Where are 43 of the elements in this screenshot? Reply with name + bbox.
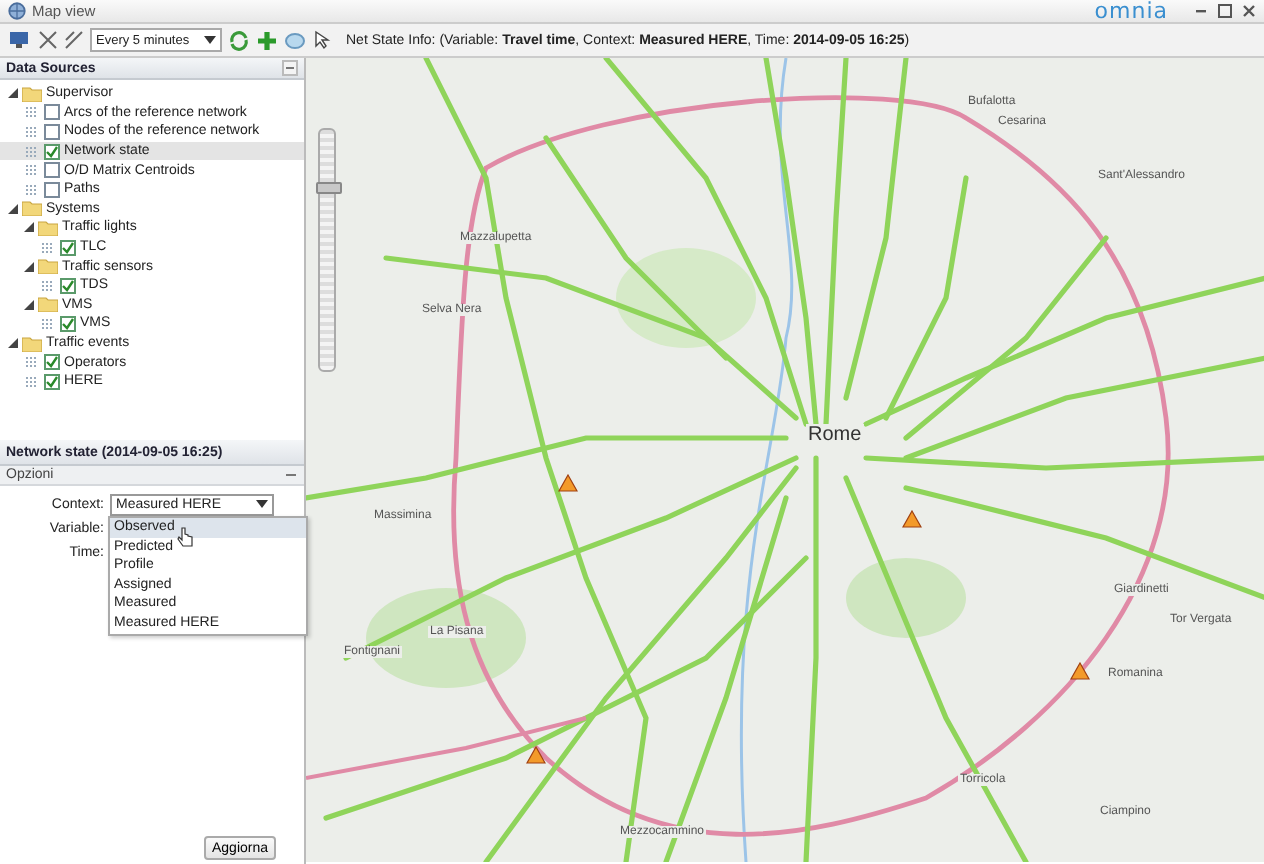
app-logo: omnia <box>1094 0 1168 24</box>
cursor-icon[interactable] <box>312 30 332 50</box>
checkbox[interactable] <box>44 143 60 160</box>
layer-icon <box>40 239 56 256</box>
caret-icon <box>256 500 268 508</box>
expander-icon[interactable] <box>8 203 18 214</box>
warning-icon <box>902 510 922 528</box>
expander-icon[interactable] <box>8 338 18 349</box>
checkbox[interactable] <box>44 162 60 179</box>
warning-icon <box>558 474 578 492</box>
caret-icon <box>204 36 216 44</box>
layer-icon <box>40 315 56 332</box>
expander-icon[interactable] <box>24 299 34 310</box>
expander-icon[interactable] <box>8 88 18 99</box>
hand-cursor-icon <box>176 526 194 548</box>
globe-icon <box>8 2 26 20</box>
plus-icon[interactable] <box>256 29 278 51</box>
warning-icon <box>526 746 546 764</box>
folder-icon <box>38 296 58 313</box>
close-icon[interactable] <box>1242 4 1256 18</box>
layer-icon <box>40 277 56 294</box>
restore-icon[interactable] <box>1218 4 1232 18</box>
collapse-icon[interactable] <box>282 60 298 76</box>
checkbox[interactable] <box>44 354 60 371</box>
refresh-icon[interactable] <box>228 29 250 51</box>
zoom-thumb[interactable] <box>316 182 342 194</box>
expander-icon[interactable] <box>24 261 34 272</box>
minimize-icon[interactable] <box>1194 4 1208 18</box>
expander-icon[interactable] <box>24 222 34 233</box>
warning-icon <box>1070 662 1090 680</box>
checkbox[interactable] <box>60 239 76 256</box>
place-label: Rome <box>806 424 864 446</box>
checkbox[interactable] <box>44 123 60 140</box>
checkbox[interactable] <box>44 104 60 121</box>
folder-icon <box>22 335 42 352</box>
monitor-icon[interactable] <box>8 30 32 50</box>
folder-icon <box>22 85 42 102</box>
checkbox[interactable] <box>44 373 60 390</box>
folder-icon <box>38 258 58 275</box>
checkbox[interactable] <box>60 315 76 332</box>
collapse-icon[interactable] <box>284 468 298 482</box>
checkbox[interactable] <box>44 181 60 198</box>
checkbox[interactable] <box>60 277 76 294</box>
